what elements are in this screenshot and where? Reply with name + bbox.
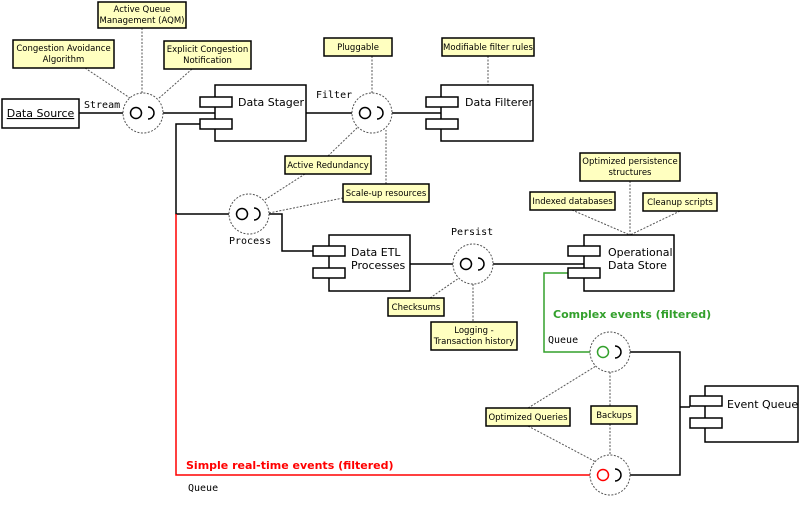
note-text: Explicit Congestion [167, 45, 248, 55]
note-text: Management (AQM) [99, 16, 184, 26]
note-modifiable-filter-rules: Modifiable filter rules [441, 37, 535, 57]
note-pluggable: Pluggable [323, 37, 393, 57]
note-text: Modifiable filter rules [443, 43, 533, 53]
ods-label-line2: Data Store [608, 259, 667, 272]
data-etl-label-line2: Processes [351, 259, 405, 272]
data-filterer-component[interactable]: Data Filterer [425, 84, 534, 142]
note-cleanup-scripts: Cleanup scripts [642, 192, 718, 212]
note-text: Active Redundancy [287, 161, 369, 171]
note-text: Scale-up resources [346, 189, 427, 199]
event-queue-component[interactable]: Event Queue [689, 385, 799, 443]
event-queue-label: Event Queue [727, 398, 798, 411]
process-interface[interactable] [228, 193, 270, 235]
simple-events-label: Simple real-time events (filtered) [186, 459, 394, 472]
note-text: Active Queue [114, 5, 171, 15]
note-text: Cleanup scripts [647, 198, 713, 208]
data-etl-component[interactable]: Data ETL Processes [312, 234, 411, 292]
note-text: Notification [183, 56, 232, 66]
operational-data-store-component[interactable]: Operational Data Store [567, 234, 675, 292]
stream-interface[interactable] [122, 92, 164, 134]
persist-label: Persist [451, 227, 493, 238]
note-text: Logging - [454, 326, 494, 336]
note-ecn: Explicit Congestion Notification [163, 40, 252, 70]
filter-label: Filter [316, 90, 352, 101]
process-label: Process [229, 236, 271, 247]
data-stager-component[interactable]: Data Stager [199, 84, 307, 142]
note-text: Algorithm [43, 55, 85, 65]
note-text: Checksums [392, 303, 441, 313]
note-text: structures [608, 168, 652, 178]
note-optimized-persistence: Optimized persistence structures [579, 152, 681, 182]
data-stager-label: Data Stager [238, 96, 305, 109]
data-source-component[interactable]: Data Source [1, 98, 80, 129]
ods-label-line1: Operational [608, 246, 673, 259]
note-checksums: Checksums [387, 297, 445, 317]
data-etl-label-line1: Data ETL [351, 246, 401, 259]
data-source-label: Data Source [7, 107, 75, 120]
note-text: Backups [596, 411, 632, 421]
note-backups: Backups [590, 405, 638, 425]
note-text: Indexed databases [532, 197, 613, 207]
note-logging: Logging - Transaction history [430, 321, 518, 351]
persist-interface[interactable] [452, 243, 494, 285]
data-filterer-label: Data Filterer [465, 96, 534, 109]
filter-interface[interactable] [351, 92, 393, 134]
note-text: Optimized persistence [582, 157, 677, 167]
stream-label: Stream [84, 100, 120, 111]
queue-complex-interface[interactable] [589, 331, 631, 373]
note-text: Pluggable [337, 43, 379, 53]
note-congestion-avoidance: Congestion Avoidance Algorithm [12, 39, 115, 69]
queue-complex-label: Queue [548, 335, 578, 346]
complex-events-label: Complex events (filtered) [553, 308, 711, 321]
queue-simple-interface[interactable] [589, 454, 631, 496]
queue-simple-label: Queue [188, 483, 218, 494]
note-text: Optimized Queries [488, 413, 568, 423]
note-active-redundancy: Active Redundancy [284, 155, 372, 175]
architecture-diagram: Data Source Data Stager Data Filterer Da… [1, 1, 799, 496]
note-optimized-queries: Optimized Queries [485, 407, 571, 427]
note-aqm: Active Queue Management (AQM) [97, 1, 187, 29]
note-scale-up-resources: Scale-up resources [342, 183, 430, 203]
note-text: Congestion Avoidance [16, 44, 110, 54]
note-indexed-databases: Indexed databases [529, 191, 616, 211]
note-text: Transaction history [433, 337, 515, 347]
